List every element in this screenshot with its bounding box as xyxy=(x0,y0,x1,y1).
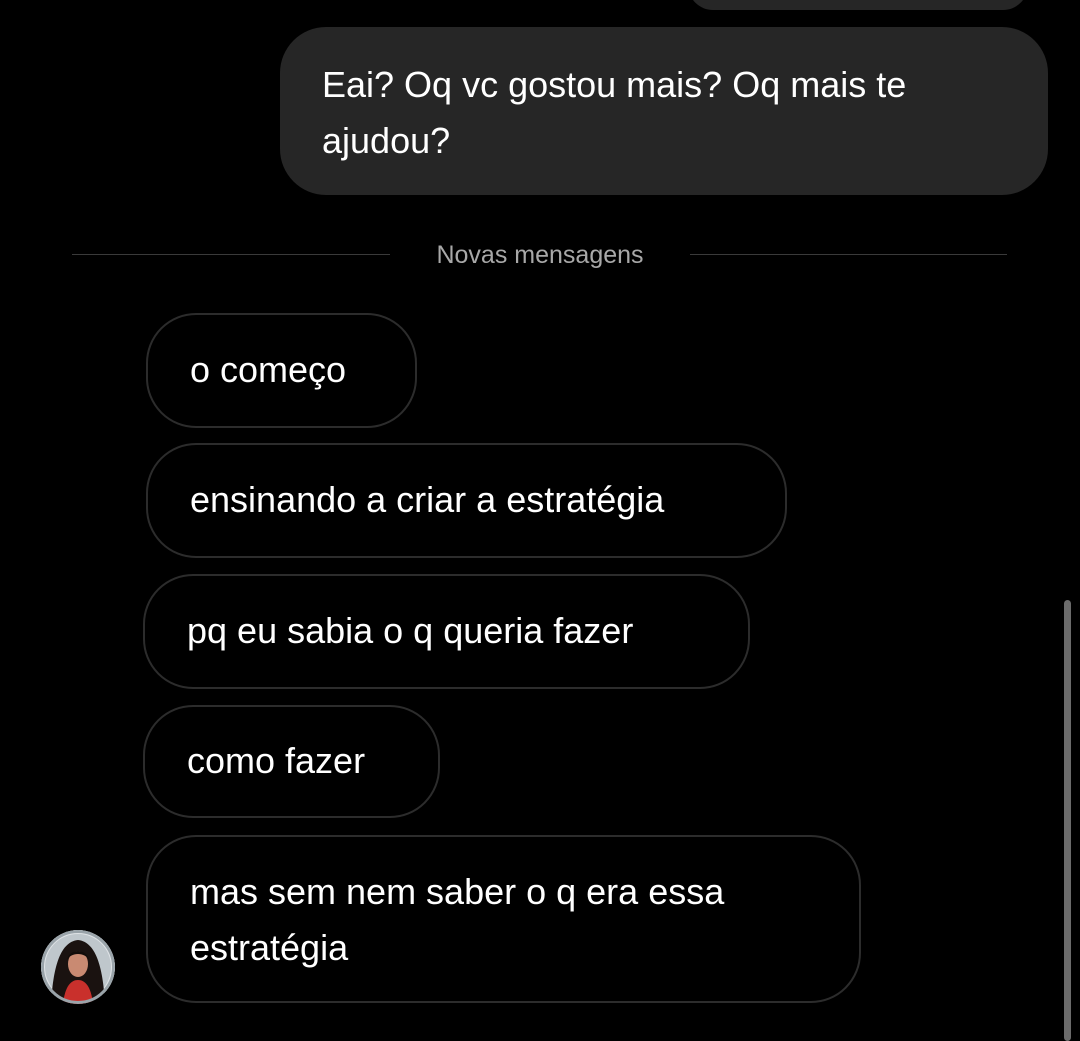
received-message-text: o começo xyxy=(190,349,347,390)
received-message-text: ensinando a criar a estratégia xyxy=(190,479,665,520)
received-message-bubble[interactable]: ensinando a criar a estratégia xyxy=(146,443,787,558)
new-messages-label: Novas mensagens xyxy=(436,241,644,269)
sender-avatar[interactable] xyxy=(41,930,115,1004)
received-message-bubble[interactable]: como fazer xyxy=(143,705,440,818)
received-message-text: pq eu sabia o q queria fazer xyxy=(187,610,634,651)
received-message-bubble[interactable]: o começo xyxy=(146,313,417,428)
divider-line-left xyxy=(72,254,390,255)
sent-message-text: Eai? Oq vc gostou mais? Oq mais te ajudo… xyxy=(322,64,907,161)
sent-message-bubble[interactable]: Eai? Oq vc gostou mais? Oq mais te ajudo… xyxy=(280,27,1048,195)
received-message-bubble[interactable]: mas sem nem saber o q era essa estratégi… xyxy=(146,835,861,1003)
previous-sent-message-bubble[interactable] xyxy=(688,0,1028,10)
received-message-text: como fazer xyxy=(187,740,366,781)
received-message-text: mas sem nem saber o q era essa estratégi… xyxy=(190,871,725,968)
profile-photo-icon xyxy=(41,930,115,1004)
divider-line-right xyxy=(690,254,1007,255)
received-message-bubble[interactable]: pq eu sabia o q queria fazer xyxy=(143,574,750,689)
scrollbar[interactable] xyxy=(1064,600,1071,1041)
new-messages-divider: Novas mensagens xyxy=(72,233,1007,277)
